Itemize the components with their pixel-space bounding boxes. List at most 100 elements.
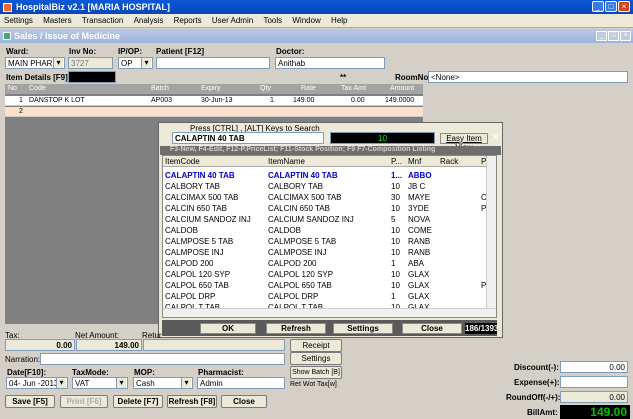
col-amount: Amount <box>390 85 415 92</box>
child-window-icon <box>3 32 11 40</box>
list-cell: CALMPOSE INJ <box>268 248 327 257</box>
close-button[interactable]: Close <box>221 395 267 408</box>
col-p: P... <box>391 157 402 166</box>
list-item[interactable]: CALDOB CALDOB 10 COME <box>163 225 483 236</box>
inv-field[interactable]: 3727 <box>68 57 113 69</box>
print-button[interactable]: Print [F6] <box>60 395 108 408</box>
narration-label: Narration: <box>5 355 41 364</box>
receipt-button[interactable]: Receipt <box>290 339 342 352</box>
col-itemname: ItemName <box>268 157 305 166</box>
list-item[interactable]: CALCIUM SANDOZ INJ CALCIUM SANDOZ INJ 5 NOV… <box>163 214 483 225</box>
list-item[interactable]: CALPOL DRP CALPOL DRP 1 GLAX <box>163 291 483 302</box>
menu-settings[interactable]: Settings <box>0 14 37 25</box>
ret-wot-tax-label[interactable]: Ret Wot Tax[w] <box>290 381 337 388</box>
list-cell: 10 <box>391 270 400 279</box>
popup-search-input[interactable]: CALAPTIN 40 TAB <box>172 132 324 144</box>
easy-item-view-button[interactable]: Easy Item View <box>440 133 488 152</box>
refresh-button[interactable]: Refresh [F8] <box>167 395 217 408</box>
list-item[interactable]: CALCIN 650 TABCALCIN 650 TAB103YDEPA <box>163 203 491 214</box>
list-cell: COME <box>408 226 432 235</box>
close-icon[interactable]: × <box>618 1 630 12</box>
ward-select[interactable]: MAIN PHARM <box>5 57 65 69</box>
list-item[interactable]: CALPOD 200 CALPOD 200 1 ABA <box>163 258 483 269</box>
doctor-field[interactable]: Anithab <box>275 57 385 69</box>
items-grid-header: No Code Batch Expiry Qty Rate Tax Amt Am… <box>5 84 423 94</box>
list-item[interactable]: CALMPOSE 5 TAB CALMPOSE 5 TAB 10 RANB <box>163 236 483 247</box>
list-cell: CALCIUM SANDOZ INJ <box>165 215 251 224</box>
col-mnf: Mnf <box>408 157 422 166</box>
list-item[interactable]: CALMPOSE INJ CALMPOSE INJ 10 RANB <box>163 247 483 258</box>
list-cell: CALPOL DRP <box>165 292 216 301</box>
roomno-field[interactable]: <None> <box>428 71 628 83</box>
stars-marker: ** <box>340 73 347 82</box>
settings-button[interactable]: Settings <box>290 352 342 365</box>
menu-window[interactable]: Window <box>288 14 324 25</box>
ipop-select[interactable]: OP <box>118 57 153 69</box>
menu-help[interactable]: Help <box>327 14 351 25</box>
menu-masters[interactable]: Masters <box>39 14 75 25</box>
list-item[interactable]: CALCIMAX 500 TABCALCIMAX 500 TAB30MAYECA <box>163 192 492 203</box>
item-details-field[interactable] <box>68 71 116 83</box>
cell-amount: 149.0000 <box>385 97 415 104</box>
list-item[interactable]: CALPOL 650 TABCALPOL 650 TAB10GLAXPA <box>163 280 491 291</box>
list-cell: 10 <box>391 226 400 235</box>
inv-label: Inv No: <box>69 47 97 56</box>
list-cell: CALMPOSE 5 TAB <box>268 237 337 246</box>
roundoff-label: RoundOff(-/+): <box>506 393 561 402</box>
menu-analysis[interactable]: Analysis <box>130 14 168 25</box>
delete-button[interactable]: Delete [F7] <box>113 395 163 408</box>
cell-expiry: 30-Jun-13 <box>201 97 233 104</box>
maximize-icon[interactable]: □ <box>605 1 617 12</box>
child-close-icon[interactable]: × <box>620 31 631 41</box>
popup-close-icon[interactable]: × <box>492 130 499 144</box>
item-list-vscroll[interactable] <box>486 156 496 309</box>
menu-user-admin[interactable]: User Admin <box>208 14 257 25</box>
narration-field[interactable] <box>40 353 285 365</box>
item-list-hscroll[interactable] <box>163 308 496 317</box>
list-item[interactable]: CALAPTIN 40 TAB CALAPTIN 40 TAB 1... ABBO <box>163 170 483 181</box>
cell-code: DANSTOP K LOT <box>29 97 85 104</box>
list-cell: 1 <box>391 259 396 268</box>
table-row[interactable]: 1 DANSTOP K LOT AP003 30-Jun-13 1 149.00… <box>5 96 423 106</box>
child-minimize-icon[interactable]: _ <box>596 31 607 41</box>
date-label: Date[F10]: <box>7 368 47 377</box>
list-item[interactable]: CALPOL 120 SYP CALPOL 120 SYP 10 GLAX <box>163 269 483 280</box>
billamt-label: BillAmt: <box>527 408 558 417</box>
mop-select[interactable]: Cash <box>133 377 193 389</box>
popup-ok-button[interactable]: OK <box>200 323 256 334</box>
popup-settings-button[interactable]: Settings <box>333 323 393 334</box>
menu-tools[interactable]: Tools <box>259 14 286 25</box>
list-cell: CALAPTIN 40 TAB <box>165 171 235 180</box>
taxmode-select[interactable]: VAT <box>72 377 128 389</box>
date-field[interactable]: 04- Jun -2013 <box>6 377 68 389</box>
table-row[interactable]: 2 <box>5 107 423 117</box>
list-cell: GLAX <box>408 270 430 279</box>
child-maximize-icon[interactable]: □ <box>608 31 619 41</box>
list-cell: CALCIMAX 500 TAB <box>165 193 239 202</box>
popup-shortcut-line: F3-New, F4-Edit, F12-P.PriceList; F11-St… <box>160 146 501 155</box>
tax-field: 0.00 <box>5 339 75 351</box>
col-rate: Rate <box>301 85 316 92</box>
popup-count: 10 <box>330 132 435 144</box>
list-cell: CALCIMAX 500 TAB <box>268 193 342 202</box>
pharmacist-field[interactable]: Admin <box>197 377 285 389</box>
popup-close-button[interactable]: Close <box>402 323 462 334</box>
popup-refresh-button[interactable]: Refresh <box>266 323 326 334</box>
menu-reports[interactable]: Reports <box>170 14 206 25</box>
minimize-icon[interactable]: _ <box>592 1 604 12</box>
show-batch-button[interactable]: Show Batch [B] <box>290 366 342 379</box>
list-item[interactable]: CALBORY TAB CALBORY TAB 10 JB C <box>163 181 483 192</box>
menu-bar: Settings Masters Transaction Analysis Re… <box>0 14 633 28</box>
expense-label: Expense(+): <box>514 378 560 387</box>
cell-batch: AP003 <box>151 97 173 104</box>
window-title: HospitalBiz v2.1 [MARIA HOSPITAL] <box>0 0 633 14</box>
menu-transaction[interactable]: Transaction <box>78 14 128 25</box>
list-cell: RANB <box>408 248 431 257</box>
list-cell: GLAX <box>408 281 430 290</box>
patient-field[interactable] <box>156 57 270 69</box>
list-cell: 30 <box>391 193 400 202</box>
save-button[interactable]: Save [F5] <box>5 395 55 408</box>
discount-field[interactable]: 0.00 <box>560 361 628 373</box>
col-rack: Rack <box>440 157 459 166</box>
expense-field[interactable] <box>560 376 628 388</box>
